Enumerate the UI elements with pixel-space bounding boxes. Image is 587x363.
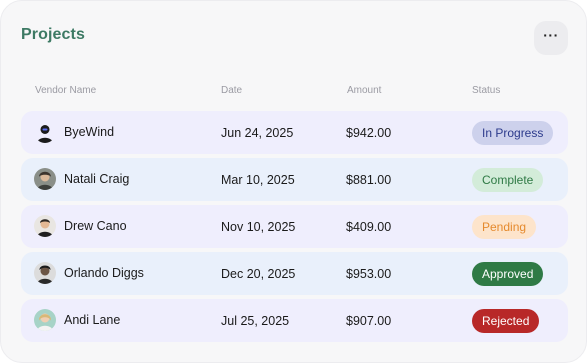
row-amount: $881.00: [346, 173, 392, 187]
avatar: [34, 262, 56, 284]
avatar: [34, 121, 56, 143]
status-badge: Complete: [472, 168, 544, 192]
more-dots-icon: ···: [543, 27, 559, 43]
row-amount: $953.00: [346, 267, 392, 281]
table-row[interactable]: Natali Craig Mar 10, 2025 $881.00 Comple…: [21, 158, 568, 201]
column-header-vendor: Vendor Name: [35, 85, 97, 96]
row-date: Nov 10, 2025: [221, 220, 296, 234]
status-badge: In Progress: [472, 121, 554, 145]
status-badge: Rejected: [472, 309, 540, 333]
row-amount: $942.00: [346, 126, 392, 140]
avatar: [34, 215, 56, 237]
vendor-name: Andi Lane: [64, 313, 121, 327]
table-header: Vendor Name Date Amount Status: [1, 85, 587, 97]
column-header-amount: Amount: [347, 85, 382, 96]
column-header-date: Date: [221, 85, 243, 96]
row-date: Jul 25, 2025: [221, 314, 290, 328]
vendor-name: ByeWind: [64, 125, 115, 139]
table-row[interactable]: Drew Cano Nov 10, 2025 $409.00 Pending: [21, 205, 568, 248]
row-amount: $409.00: [346, 220, 392, 234]
vendor-name: Natali Craig: [64, 172, 130, 186]
vendor-name: Drew Cano: [64, 219, 127, 233]
column-header-status: Status: [472, 85, 501, 96]
vendor-name: Orlando Diggs: [64, 266, 144, 280]
table-row[interactable]: Orlando Diggs Dec 20, 2025 $953.00 Appro…: [21, 252, 568, 295]
row-date: Dec 20, 2025: [221, 267, 296, 281]
table-row[interactable]: Andi Lane Jul 25, 2025 $907.00 Rejected: [21, 299, 568, 342]
table-row[interactable]: ByeWind Jun 24, 2025 $942.00 In Progress: [21, 111, 568, 154]
row-date: Mar 10, 2025: [221, 173, 295, 187]
avatar: [34, 309, 56, 331]
projects-card: Projects ··· Vendor Name Date Amount Sta…: [0, 0, 587, 363]
avatar: [34, 168, 56, 190]
row-amount: $907.00: [346, 314, 392, 328]
row-date: Jun 24, 2025: [221, 126, 294, 140]
card-title: Projects: [21, 26, 85, 43]
status-badge: Pending: [472, 215, 537, 239]
status-badge: Approved: [472, 262, 544, 286]
more-options-button[interactable]: ···: [534, 21, 568, 55]
